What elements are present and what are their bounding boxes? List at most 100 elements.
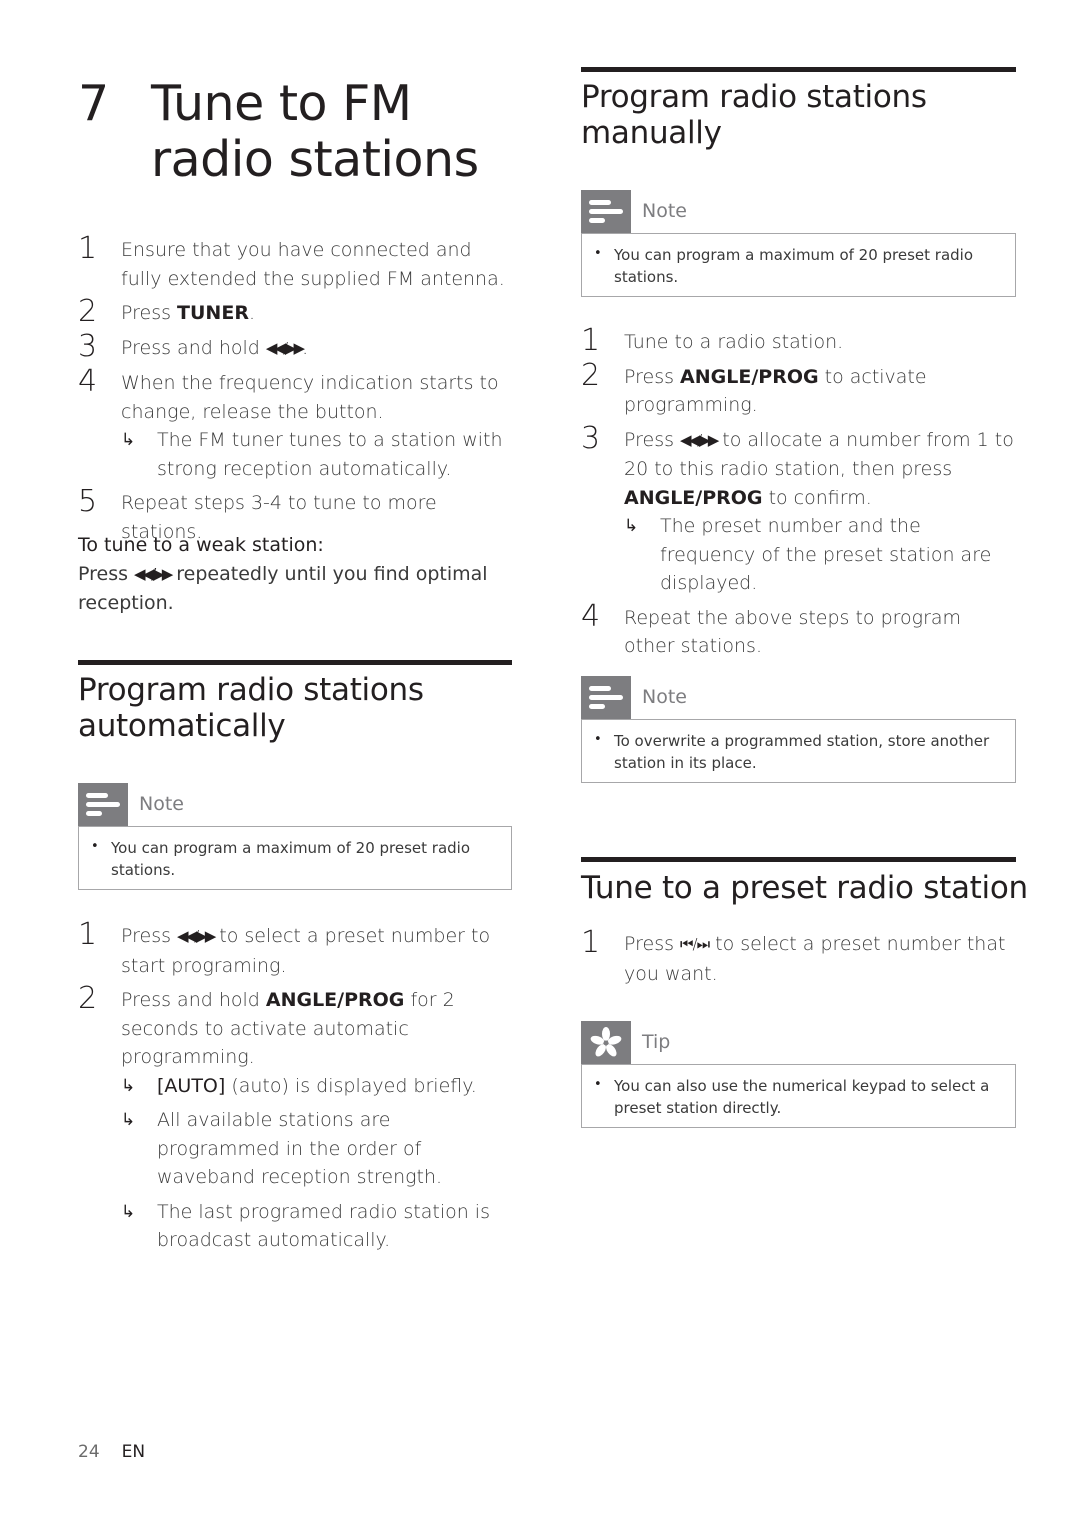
weak-station-text: Press ◀◀/▶▶ repeatedly until you find op… [78, 560, 512, 618]
step-item: 4 Repeat the above steps to program othe… [581, 599, 1016, 661]
section-divider [78, 660, 512, 665]
bullet-icon: • [91, 839, 99, 854]
step-number: 1 [581, 323, 601, 358]
section-title-manual: Program radio stations manually [581, 79, 927, 151]
rewind-forward-icon: ◀◀/▶▶ [680, 430, 719, 449]
page-number: 24 [78, 1442, 100, 1462]
note-lines-icon [78, 783, 128, 827]
step-text: Press [624, 365, 681, 388]
note-text: You can program a maximum of 20 preset r… [614, 246, 974, 286]
step-result: ↳ The FM tuner tunes to a station with s… [121, 426, 512, 483]
rewind-forward-icon: ◀◀/▶▶ [177, 927, 216, 945]
tip-asterisk-icon [581, 1021, 631, 1065]
result-text: All available stations are programmed in… [157, 1109, 443, 1188]
tip-header: Tip [581, 1021, 1016, 1065]
result-text: (auto) is displayed briefly. [225, 1074, 477, 1097]
section-title-auto: Program radio stations automatically [78, 672, 424, 744]
step-number: 3 [78, 328, 98, 364]
note-lines-icon [581, 190, 631, 234]
step-item: 1 Press ⏮/⏭ to select a preset number th… [581, 926, 1016, 988]
step-item: 2 Press ANGLE/PROG to activate programmi… [581, 358, 1016, 420]
step-text: When the frequency indication starts to … [121, 372, 499, 423]
manual-steps-list: 1 Tune to a radio station. 2 Press ANGLE… [581, 324, 1016, 667]
step-item: 1 Tune to a radio station. [581, 324, 1016, 358]
step-number: 2 [78, 294, 98, 329]
note-header: Note [581, 676, 1016, 720]
step-number: 1 [78, 231, 98, 266]
page-footer: 24 EN [78, 1442, 145, 1462]
note-label: Note [139, 793, 184, 815]
angle-prog-button-label: ANGLE/PROG [624, 486, 763, 509]
note-box: Note • You can program a maximum of 20 p… [78, 783, 512, 890]
weak-station-block: To tune to a weak station: Press ◀◀/▶▶ r… [78, 531, 512, 618]
note-content: • You can program a maximum of 20 preset… [78, 826, 512, 890]
step-text: . [302, 336, 309, 359]
note-label: Note [642, 200, 687, 222]
angle-prog-button-label: ANGLE/PROG [680, 365, 819, 388]
step-text: Repeat the above steps to program other … [624, 606, 962, 658]
step-number: 1 [78, 917, 98, 952]
note-header: Note [581, 190, 1016, 234]
step-result: ↳ [AUTO] (auto) is displayed briefly. [121, 1072, 512, 1101]
note-lines-icon [581, 676, 631, 720]
step-item: 2 Press TUNER. [78, 295, 512, 329]
note-header: Note [78, 783, 512, 827]
step-result: ↳ All available stations are programmed … [121, 1106, 512, 1192]
note-box: Note • You can program a maximum of 20 p… [581, 190, 1016, 297]
tip-box: Tip • You can also use the numerical key… [581, 1021, 1016, 1128]
step-number: 2 [78, 981, 98, 1016]
section-title-preset: Tune to a preset radio station [581, 870, 1028, 906]
rewind-forward-icon: ◀◀/▶▶ [134, 564, 173, 583]
step-item: 1 Ensure that you have connected and ful… [78, 232, 512, 293]
step-number: 5 [78, 484, 98, 519]
chapter-number: 7 [78, 75, 109, 132]
step-item: 3 Press ◀◀/▶▶ to allocate a number from … [581, 421, 1016, 598]
bullet-icon: • [594, 246, 602, 261]
section-divider [581, 67, 1016, 72]
angle-prog-button-label: ANGLE/PROG [265, 989, 405, 1011]
step-number: 4 [78, 364, 98, 399]
note-text: You can program a maximum of 20 preset r… [111, 839, 471, 879]
step-text: Ensure that you have connected and fully… [121, 239, 505, 290]
step-text: Press [121, 302, 178, 324]
step-result: ↳ The preset number and the frequency of… [624, 512, 1016, 598]
note-text: To overwrite a programmed station, store… [614, 732, 990, 772]
text: Press [78, 562, 135, 585]
result-arrow-icon: ↳ [624, 516, 639, 536]
section-divider [581, 857, 1016, 862]
step-text: Press and hold [121, 989, 266, 1011]
result-arrow-icon: ↳ [121, 430, 136, 450]
result-text: The preset number and the frequency of t… [660, 515, 992, 594]
chapter-title-text: Tune to FM radio stations [151, 75, 479, 188]
step-result: ↳ The last programed radio station is br… [121, 1198, 512, 1255]
note-label: Note [642, 686, 687, 708]
note-content: • To overwrite a programmed station, sto… [581, 719, 1016, 783]
step-text: Press and hold [121, 336, 266, 359]
step-item: 2 Press and hold ANGLE/PROG for 2 second… [78, 982, 512, 1255]
weak-station-heading: To tune to a weak station: [78, 534, 324, 556]
result-arrow-icon: ↳ [121, 1075, 136, 1096]
step-text: Press [624, 933, 681, 955]
tune-steps-list: 1 Ensure that you have connected and ful… [78, 232, 512, 552]
note-box: Note • To overwrite a programmed station… [581, 676, 1016, 783]
step-text: to confirm. [762, 486, 872, 509]
result-arrow-icon: ↳ [121, 1201, 136, 1222]
auto-display-label: [AUTO] [157, 1074, 226, 1097]
step-text: Press [624, 428, 681, 451]
step-text: Press [121, 925, 178, 947]
step-number: 4 [581, 598, 601, 634]
result-text: The FM tuner tunes to a station with str… [157, 429, 503, 480]
tip-text: You can also use the numerical keypad to… [614, 1077, 990, 1117]
bullet-icon: • [594, 732, 602, 747]
step-number: 1 [581, 925, 601, 960]
step-item: 1 Press ◀◀/▶▶ to select a preset number … [78, 918, 512, 980]
step-text: Tune to a radio station. [624, 331, 844, 353]
rewind-forward-icon: ◀◀/▶▶ [265, 338, 305, 357]
step-text: . [248, 302, 255, 324]
step-number: 2 [581, 357, 601, 393]
step-number: 3 [581, 420, 601, 456]
auto-steps-list: 1 Press ◀◀/▶▶ to select a preset number … [78, 918, 512, 1261]
language-code: EN [121, 1442, 146, 1462]
result-text: The last programed radio station is broa… [157, 1200, 490, 1252]
preset-steps-list: 1 Press ⏮/⏭ to select a preset number th… [581, 926, 1016, 994]
